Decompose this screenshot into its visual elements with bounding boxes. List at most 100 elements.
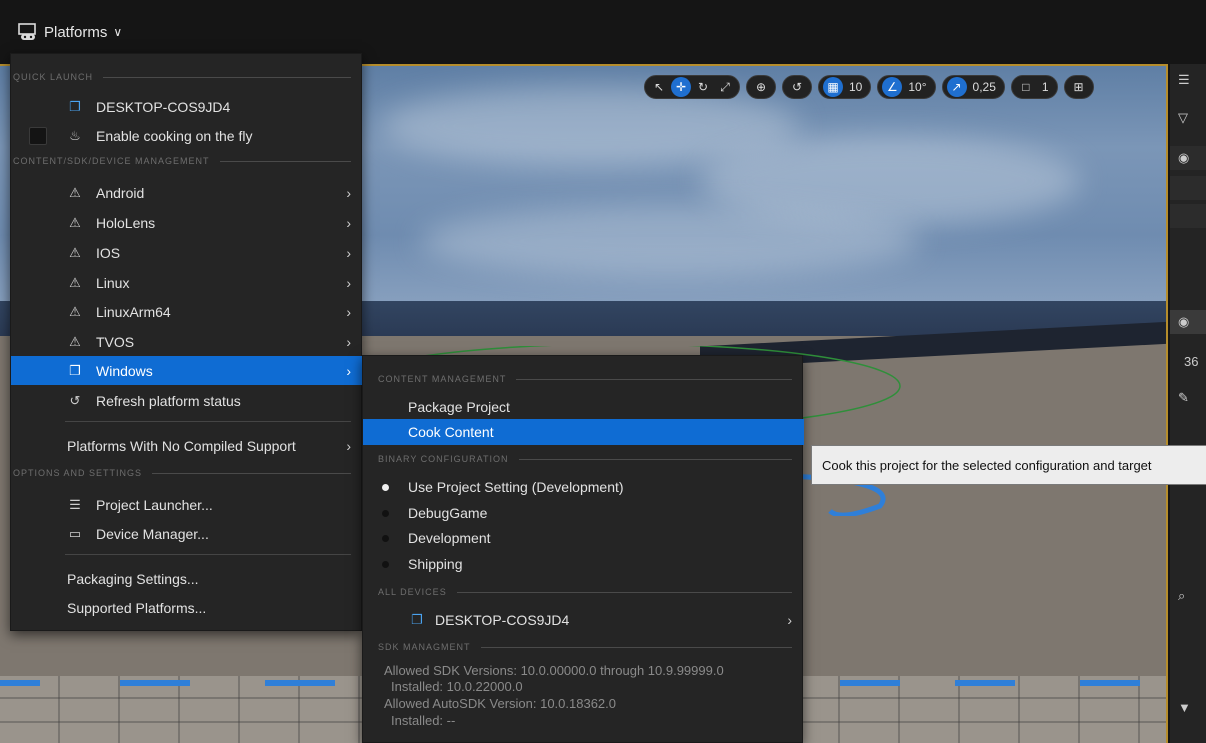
warning-icon: ⚠ bbox=[69, 184, 81, 200]
search-icon[interactable]: ⌕ bbox=[1178, 588, 1185, 604]
floor-strip bbox=[265, 680, 335, 686]
windows-icon: ❐ bbox=[69, 362, 81, 378]
transform-tools: ↖ ✛ ↻ ⤢ bbox=[644, 75, 740, 99]
divider bbox=[103, 76, 351, 78]
platform-item-linux[interactable]: ⚠ Linux › bbox=[11, 268, 363, 297]
world-local-toggle[interactable]: ⊕ bbox=[746, 75, 776, 99]
supported-platforms-item[interactable]: Supported Platforms... bbox=[11, 593, 363, 622]
outliner-icon[interactable]: ☰ bbox=[1178, 72, 1190, 88]
outliner-row[interactable] bbox=[1170, 204, 1206, 228]
scale-snap[interactable]: ↗ 0,25 bbox=[941, 75, 1005, 99]
config-label: Development bbox=[408, 530, 491, 546]
cook-on-fly-item[interactable]: ♨ Enable cooking on the fly bbox=[11, 121, 363, 150]
section-binary-configuration: BINARY CONFIGURATION bbox=[363, 450, 804, 468]
sky-cloud bbox=[420, 206, 920, 276]
rotate-icon[interactable]: ↻ bbox=[693, 77, 713, 97]
chevron-right-icon: › bbox=[346, 214, 351, 231]
platform-item-ios[interactable]: ⚠ IOS › bbox=[11, 238, 363, 267]
divider bbox=[480, 646, 792, 648]
platforms-label: Platforms bbox=[44, 23, 108, 41]
packaging-settings-item[interactable]: Packaging Settings... bbox=[11, 564, 363, 593]
platform-item-hololens[interactable]: ⚠ HoloLens › bbox=[11, 208, 363, 237]
angle-icon: ∠ bbox=[882, 77, 903, 97]
layout-icon: ⊞ bbox=[1073, 80, 1084, 94]
camera-speed-value: 1 bbox=[1041, 80, 1049, 94]
device-manager-label: Device Manager... bbox=[96, 525, 209, 542]
outliner-row[interactable]: ◉ bbox=[1170, 146, 1206, 170]
platform-item-tvos[interactable]: ⚠ TVOS › bbox=[11, 327, 363, 356]
section-all-devices: ALL DEVICES bbox=[363, 583, 804, 601]
platform-item-windows[interactable]: ❐ Windows › bbox=[11, 356, 363, 385]
divider bbox=[152, 472, 351, 474]
quick-launch-device[interactable]: ❐ DESKTOP-COS9JD4 bbox=[11, 92, 363, 121]
windows-submenu: CONTENT MANAGEMENT Package Project Cook … bbox=[362, 355, 804, 743]
project-launcher-item[interactable]: ☰ Project Launcher... bbox=[11, 490, 363, 519]
section-label: BINARY CONFIGURATION bbox=[378, 454, 509, 464]
warning-icon: ⚠ bbox=[69, 303, 81, 319]
divider bbox=[65, 421, 351, 422]
section-quick-launch: QUICK LAUNCH bbox=[11, 68, 363, 86]
translate-icon[interactable]: ✛ bbox=[671, 77, 691, 97]
platform-item-linuxarm64[interactable]: ⚠ LinuxArm64 › bbox=[11, 297, 363, 326]
divider bbox=[516, 378, 792, 380]
device-manager-item[interactable]: ▭ Device Manager... bbox=[11, 519, 363, 548]
config-label: Use Project Setting (Development) bbox=[408, 479, 624, 495]
refresh-platform-status[interactable]: ↺ Refresh platform status bbox=[11, 386, 363, 415]
viewport-layout-button[interactable]: ⊞ bbox=[1063, 75, 1094, 99]
device-item[interactable]: ❐ DESKTOP-COS9JD4 › bbox=[363, 607, 804, 633]
windows-icon: ❐ bbox=[69, 98, 81, 114]
eye-icon: ◉ bbox=[1178, 314, 1190, 329]
camera-speed[interactable]: □ 1 bbox=[1010, 75, 1058, 99]
config-label: Shipping bbox=[408, 556, 463, 572]
rotation-snap-value: 10° bbox=[908, 80, 927, 94]
config-label: DebugGame bbox=[408, 505, 488, 521]
launcher-icon: ☰ bbox=[69, 496, 81, 512]
viewport-toolbar: ↖ ✛ ↻ ⤢ ⊕ ↺ ▦ 10 ∠ 10° ↗ 0,25 □ 1 ⊞ bbox=[644, 74, 1094, 100]
cook-on-fly-label: Enable cooking on the fly bbox=[96, 127, 253, 144]
cook-content-label: Cook Content bbox=[408, 424, 494, 440]
chevron-right-icon: › bbox=[346, 437, 351, 454]
package-project-item[interactable]: Package Project bbox=[363, 394, 804, 420]
section-label: CONTENT MANAGEMENT bbox=[378, 374, 507, 384]
radio-icon bbox=[382, 560, 389, 568]
sdk-info-line: Installed: 10.0.22000.0 bbox=[391, 679, 523, 694]
section-sdk-management: SDK MANAGMENT bbox=[363, 638, 804, 656]
grid-icon: ▦ bbox=[823, 77, 843, 97]
chevron-right-icon: › bbox=[346, 184, 351, 201]
cook-on-fly-checkbox[interactable] bbox=[29, 126, 47, 145]
warning-icon: ⚠ bbox=[69, 244, 81, 260]
platforms-no-compiled-support[interactable]: Platforms With No Compiled Support › bbox=[11, 431, 363, 460]
project-launcher-label: Project Launcher... bbox=[96, 496, 213, 513]
grid-snap[interactable]: ▦ 10 bbox=[818, 75, 872, 99]
device-icon: ▭ bbox=[68, 525, 82, 541]
config-option-debuggame[interactable]: DebugGame bbox=[363, 500, 804, 526]
floor-strip bbox=[840, 680, 900, 686]
section-label: ALL DEVICES bbox=[378, 587, 447, 597]
warning-icon: ⚠ bbox=[69, 333, 81, 349]
config-option-development[interactable]: Development bbox=[363, 525, 804, 551]
sdk-info-line: Allowed AutoSDK Version: 10.0.18362.0 bbox=[384, 696, 616, 711]
select-icon[interactable]: ↖ bbox=[649, 77, 669, 97]
platforms-icon bbox=[18, 22, 38, 42]
cook-content-tooltip: Cook this project for the selected confi… bbox=[811, 445, 1206, 485]
surface-snap-toggle[interactable]: ↺ bbox=[782, 75, 812, 99]
outliner-row[interactable] bbox=[1170, 176, 1206, 200]
windows-icon: ❐ bbox=[411, 612, 423, 627]
platform-item-android[interactable]: ⚠ Android › bbox=[11, 178, 363, 207]
rotation-snap[interactable]: ∠ 10° bbox=[877, 75, 936, 99]
chevron-right-icon: › bbox=[787, 612, 792, 628]
filter-icon[interactable]: ▽ bbox=[1178, 110, 1188, 126]
scale-icon[interactable]: ⤢ bbox=[715, 77, 735, 97]
chevron-down-icon: ∨ bbox=[113, 25, 123, 39]
edit-icon[interactable]: ✎ bbox=[1178, 390, 1189, 406]
expand-arrow-icon[interactable]: ▼ bbox=[1178, 700, 1191, 715]
config-option-shipping[interactable]: Shipping bbox=[363, 551, 804, 577]
platforms-button[interactable]: Platforms ∨ bbox=[10, 14, 130, 50]
cook-content-item[interactable]: Cook Content bbox=[363, 419, 804, 445]
config-option-project-setting[interactable]: Use Project Setting (Development) bbox=[363, 474, 804, 500]
outliner-row[interactable]: ◉ bbox=[1170, 310, 1206, 334]
sdk-info-line: Allowed SDK Versions: 10.0.00000.0 throu… bbox=[384, 663, 724, 678]
device-label: DESKTOP-COS9JD4 bbox=[96, 98, 231, 115]
refresh-icon: ↺ bbox=[69, 392, 81, 408]
divider bbox=[219, 160, 351, 162]
